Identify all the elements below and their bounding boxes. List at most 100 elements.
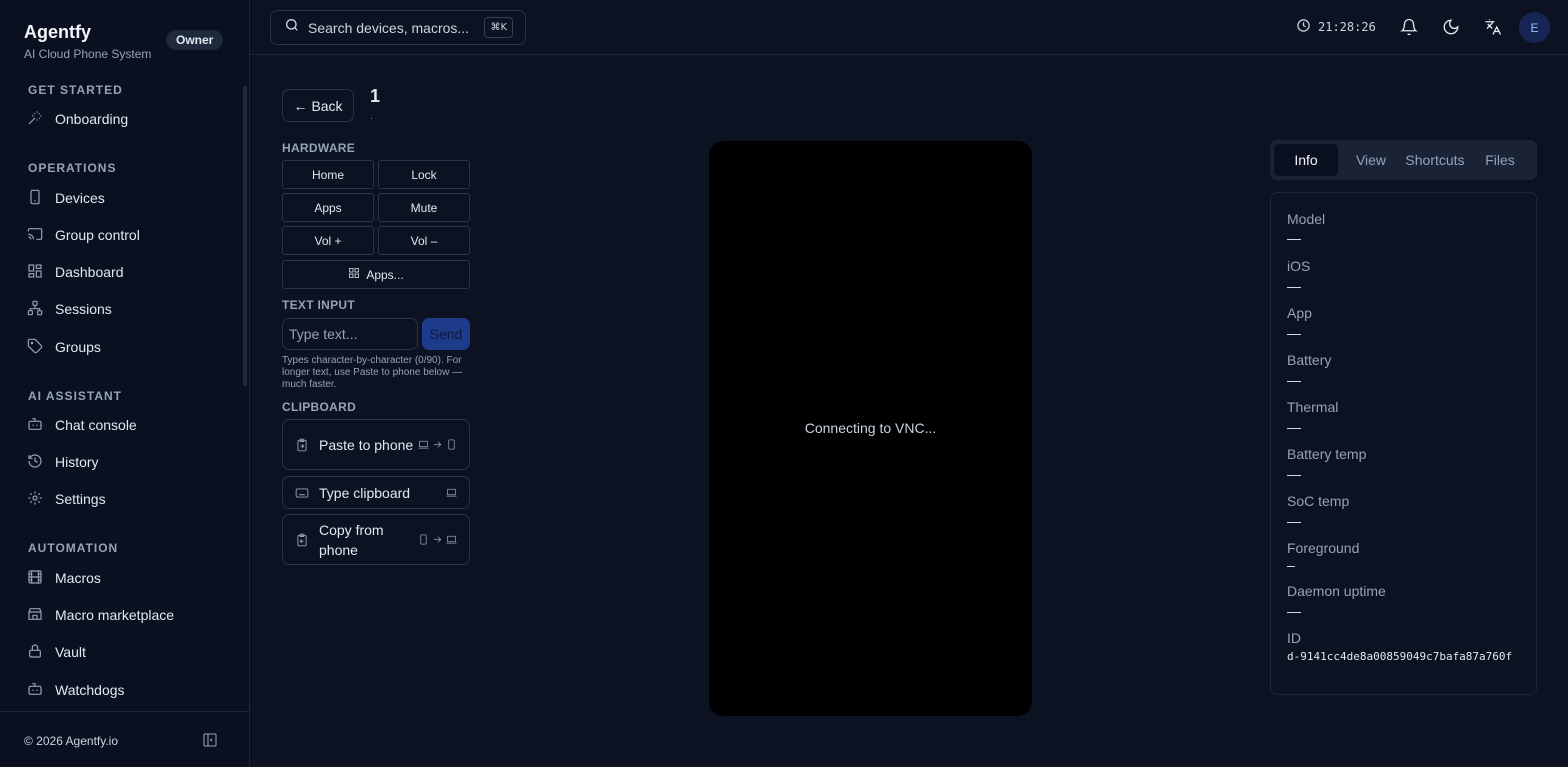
sidebar-item-label: Onboarding <box>55 111 129 127</box>
info-value-foreground: – <box>1287 557 1295 573</box>
theme-toggle-button[interactable] <box>1442 18 1460 36</box>
sidebar-item-label: Chat console <box>55 417 137 433</box>
moon-icon <box>1442 19 1460 40</box>
info-key-thermal: Thermal <box>1287 399 1339 415</box>
gear-icon <box>27 490 43 509</box>
type-clipboard-label: Type clipboard <box>319 484 411 501</box>
info-key-daemon-uptime: Daemon uptime <box>1287 583 1386 599</box>
brand: Agentfy AI Cloud Phone System <box>24 22 151 61</box>
bell-icon <box>1400 18 1418 40</box>
text-input-field[interactable] <box>282 318 418 350</box>
sidebar-item-watchdogs[interactable]: Watchdogs <box>16 674 236 706</box>
clock: 21:28:26 <box>1296 18 1376 36</box>
laptop-to-phone-icon <box>418 439 457 450</box>
copy-from-phone-button[interactable]: Copy from phone <box>282 514 470 565</box>
sidebar-collapse-button[interactable] <box>202 732 218 748</box>
type-clipboard-button[interactable]: Type clipboard <box>282 476 470 509</box>
sidebar-item-macros[interactable]: Macros <box>16 562 236 594</box>
info-value-thermal: — <box>1287 419 1301 435</box>
info-key-app: App <box>1287 305 1312 321</box>
back-button[interactable]: ← Back <box>282 89 354 122</box>
cast-icon <box>27 226 43 245</box>
sidebar-item-onboarding[interactable]: Onboarding <box>16 103 236 135</box>
sidebar-item-history[interactable]: History <box>16 446 236 478</box>
sidebar-item-macro-marketplace[interactable]: Macro marketplace <box>16 599 236 631</box>
dashboard-icon <box>27 263 43 282</box>
info-value-daemon-uptime: — <box>1287 603 1301 619</box>
arrow-left-icon: ← <box>293 97 308 114</box>
clipboard-copy-icon <box>295 533 309 547</box>
notifications-button[interactable] <box>1400 18 1418 36</box>
tab-info[interactable]: Info <box>1274 144 1338 176</box>
role-badge: Owner <box>166 30 224 50</box>
tab-shortcuts[interactable]: Shortcuts <box>1400 144 1470 176</box>
device-subtitle: . <box>370 110 374 122</box>
mute-button[interactable]: Mute <box>378 193 470 222</box>
apps-menu-button[interactable]: Apps... <box>282 260 470 289</box>
text-input-label: TEXT INPUT <box>282 298 356 312</box>
paste-to-phone-label: Paste to phone <box>319 436 414 453</box>
sidebar-item-chat-console[interactable]: Chat console <box>16 409 236 441</box>
sidebar-item-dashboard[interactable]: Dashboard <box>16 256 236 288</box>
search-icon <box>284 17 300 38</box>
volume-up-button[interactable]: Vol + <box>282 226 374 255</box>
back-label: Back <box>311 97 343 114</box>
grid-icon <box>348 267 360 282</box>
store-icon <box>27 606 43 625</box>
vnc-screen[interactable]: Connecting to VNC... <box>709 141 1032 716</box>
panel-left-icon <box>202 733 218 752</box>
search-input[interactable]: Search devices, macros... ⌘K <box>270 10 526 45</box>
sidebar-item-settings[interactable]: Settings <box>16 483 236 515</box>
tag-icon <box>27 338 43 357</box>
sidebar-item-devices[interactable]: Devices <box>16 182 236 214</box>
hardware-label: HARDWARE <box>282 141 356 155</box>
apps-menu-label: Apps... <box>366 267 404 282</box>
lock-icon <box>27 643 43 662</box>
section-label-ai-assistant: AI ASSISTANT <box>28 389 123 403</box>
info-value-battery-temp: — <box>1287 466 1301 482</box>
language-button[interactable] <box>1484 18 1502 36</box>
clock-time: 21:28:26 <box>1318 20 1376 34</box>
volume-down-button[interactable]: Vol – <box>378 226 470 255</box>
paste-to-phone-button[interactable]: Paste to phone <box>282 419 470 470</box>
bot-icon <box>27 681 43 700</box>
bot-icon <box>27 416 43 435</box>
sidebar-item-label: Macros <box>55 570 101 586</box>
lock-button[interactable]: Lock <box>378 160 470 189</box>
sidebar-footer: © 2026 Agentfy.io <box>0 711 250 767</box>
phone-to-laptop-icon <box>418 534 457 545</box>
tab-files[interactable]: Files <box>1474 144 1526 176</box>
sidebar-item-label: Macro marketplace <box>55 607 175 623</box>
sidebar-item-groups[interactable]: Groups <box>16 331 236 363</box>
film-icon <box>27 569 43 588</box>
info-value-ios: — <box>1287 278 1301 294</box>
sidebar-item-group-control[interactable]: Group control <box>16 219 236 251</box>
sidebar-item-vault[interactable]: Vault <box>16 636 236 668</box>
sidebar-item-label: Vault <box>55 644 86 660</box>
info-value-app: — <box>1287 325 1301 341</box>
copy-from-phone-label: Copy from phone <box>319 521 384 558</box>
apps-button[interactable]: Apps <box>282 193 374 222</box>
clock-icon <box>1296 18 1311 36</box>
send-button[interactable]: Send <box>422 318 470 350</box>
info-key-soc-temp: SoC temp <box>1287 493 1350 509</box>
sidebar-item-sessions[interactable]: Sessions <box>16 293 236 325</box>
sidebar-item-label: Settings <box>55 491 106 507</box>
info-key-id: ID <box>1287 630 1301 646</box>
info-key-ios: iOS <box>1287 258 1311 274</box>
section-label-automation: AUTOMATION <box>28 541 119 555</box>
smartphone-icon <box>27 189 43 208</box>
sidebar-nav: GET STARTED Onboarding OPERATIONS Device… <box>0 78 244 708</box>
tab-view[interactable]: View <box>1344 144 1398 176</box>
topbar: Search devices, macros... ⌘K 21:28:26 E <box>250 0 1568 55</box>
sidebar-item-label: Watchdogs <box>55 682 125 698</box>
sidebar-item-label: Sessions <box>55 301 112 317</box>
search-placeholder: Search devices, macros... <box>308 19 470 36</box>
keyboard-icon <box>295 486 309 500</box>
sidebar: Agentfy AI Cloud Phone System Owner GET … <box>0 0 250 767</box>
info-key-battery: Battery <box>1287 352 1332 368</box>
avatar[interactable]: E <box>1519 12 1550 43</box>
info-value-battery: — <box>1287 372 1301 388</box>
home-button[interactable]: Home <box>282 160 374 189</box>
info-tabs: Info View Shortcuts Files <box>1270 140 1537 180</box>
